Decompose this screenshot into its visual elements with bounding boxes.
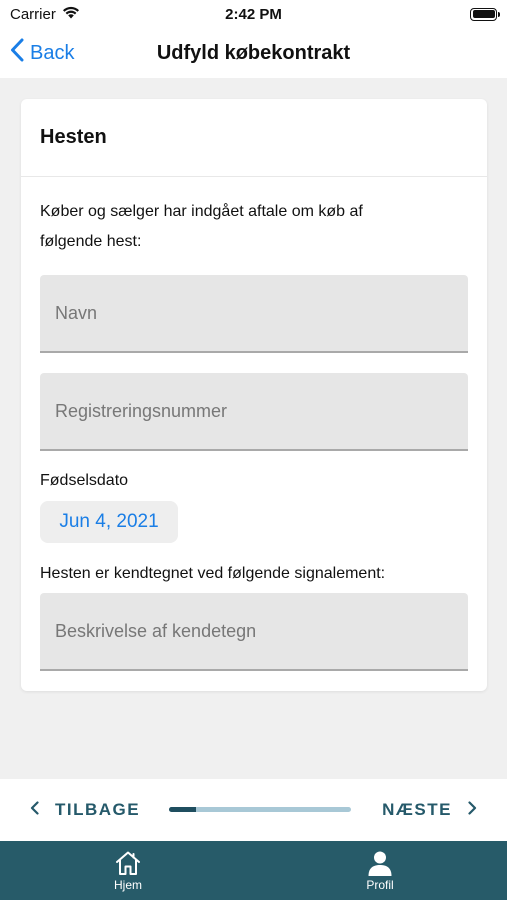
carrier-label: Carrier xyxy=(10,5,56,23)
next-button[interactable]: NÆSTE xyxy=(382,779,477,841)
tab-home-label: Hjem xyxy=(113,877,142,892)
wifi-icon xyxy=(62,6,80,23)
status-bar: Carrier 2:42 PM xyxy=(0,0,507,28)
name-placeholder: Navn xyxy=(55,302,98,323)
tab-bar: Hjem Profil xyxy=(0,841,507,900)
name-input[interactable]: Navn xyxy=(40,275,468,353)
tab-home[interactable]: Hjem xyxy=(88,841,168,900)
navigation-bar: Back Udfyld købekontrakt xyxy=(0,28,507,78)
registration-number-input[interactable]: Registreringsnummer xyxy=(40,373,468,451)
next-label: NÆSTE xyxy=(382,800,452,819)
signalement-label: Hesten er kendtegnet ved følgende signal… xyxy=(40,565,386,582)
wizard-footer: TILBAGE NÆSTE xyxy=(0,779,507,841)
intro-line-1: Køber og sælger har indgået aftale om kø… xyxy=(40,203,363,220)
dob-label: Fødselsdato xyxy=(40,472,129,489)
card-title: Hesten xyxy=(21,99,487,177)
tab-profile[interactable]: Profil xyxy=(340,841,420,900)
description-placeholder: Beskrivelse af kendetegn xyxy=(55,620,257,641)
chevron-left-icon xyxy=(30,800,39,820)
previous-button[interactable]: TILBAGE xyxy=(30,779,140,841)
intro-line-2: følgende hest: xyxy=(40,233,142,250)
progress-bar xyxy=(169,807,351,812)
back-label: Back xyxy=(30,41,75,64)
registration-placeholder: Registreringsnummer xyxy=(55,400,228,421)
date-picker-button[interactable]: Jun 4, 2021 xyxy=(40,501,178,543)
page-title: Udfyld købekontrakt xyxy=(156,41,351,64)
previous-label: TILBAGE xyxy=(55,800,141,819)
progress-fill xyxy=(169,807,197,812)
chevron-left-icon xyxy=(10,38,24,68)
profile-icon xyxy=(367,850,393,878)
intro-text: Køber og sælger har indgået aftale om kø… xyxy=(40,197,460,257)
back-button[interactable]: Back xyxy=(10,28,74,78)
home-icon xyxy=(114,850,142,878)
chevron-right-icon xyxy=(468,800,477,820)
description-input[interactable]: Beskrivelse af kendetegn xyxy=(40,593,468,671)
horse-card: Hesten Køber og sælger har indgået aftal… xyxy=(21,99,487,691)
tab-profile-label: Profil xyxy=(366,877,394,892)
battery-icon xyxy=(470,7,500,21)
status-left: Carrier xyxy=(10,6,80,23)
